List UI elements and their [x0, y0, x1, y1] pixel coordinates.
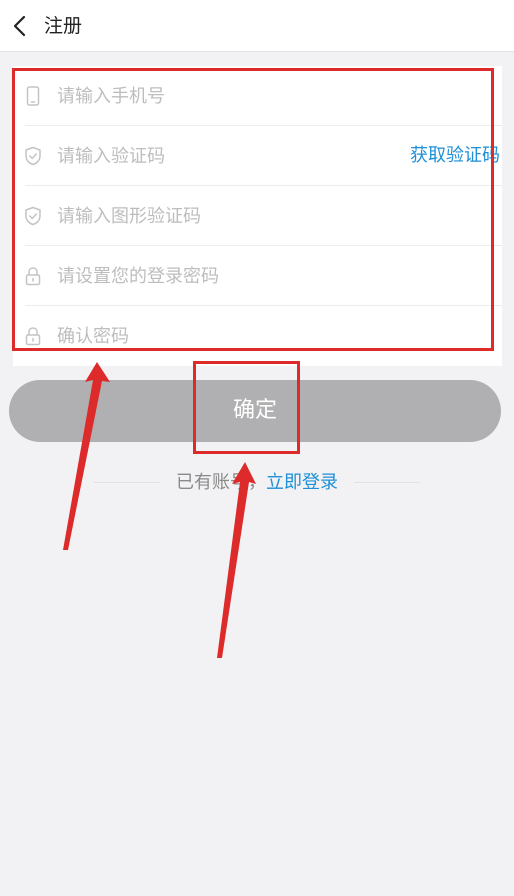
login-prompt: 已有账号，立即登录	[0, 470, 514, 496]
registration-form: 获取验证码	[13, 66, 502, 366]
confirm-button[interactable]: 确定	[9, 380, 501, 442]
lock-icon	[24, 326, 42, 346]
phone-input[interactable]	[57, 80, 377, 112]
chevron-left-icon	[13, 15, 26, 37]
phone-icon	[24, 86, 42, 106]
shield-check-icon	[24, 146, 42, 166]
login-text: 已有账号，立即登录	[0, 470, 514, 496]
app-header: 注册	[0, 0, 514, 52]
phone-field-row	[13, 66, 502, 126]
back-button[interactable]	[6, 8, 38, 44]
sms-code-input[interactable]	[57, 140, 357, 172]
page-title: 注册	[44, 15, 83, 37]
captcha-input[interactable]	[57, 200, 377, 232]
password-input[interactable]	[57, 260, 377, 292]
sms-code-field-row: 获取验证码	[13, 126, 502, 186]
captcha-field-row	[13, 186, 502, 246]
lock-icon	[24, 266, 42, 286]
password-field-row	[13, 246, 502, 306]
login-prefix: 已有账号，	[176, 472, 266, 493]
shield-check-icon	[24, 206, 42, 226]
confirm-password-input[interactable]	[57, 320, 377, 352]
login-link[interactable]: 立即登录	[266, 472, 338, 493]
confirm-password-field-row	[13, 306, 502, 366]
get-code-button[interactable]: 获取验证码	[410, 142, 500, 170]
